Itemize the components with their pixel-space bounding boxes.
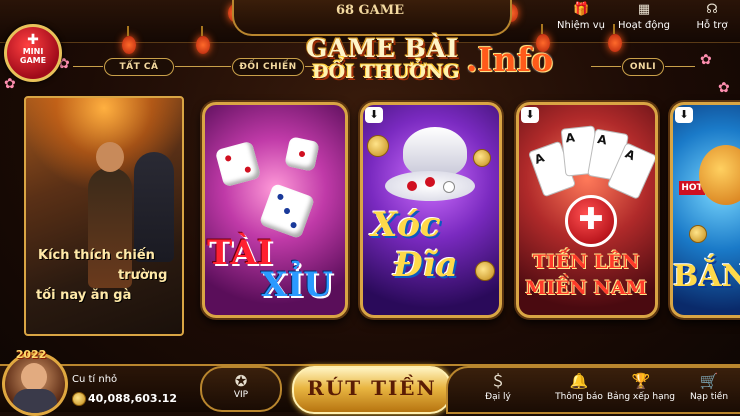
blossom-icon: ✿	[700, 52, 712, 68]
mission-label: Nhiệm vụ	[557, 20, 605, 31]
game-title-line2: Đĩa	[393, 245, 458, 285]
mini-game-label-bottom: GAME	[19, 56, 47, 65]
leaderboard-button[interactable]: 🏆 Bảng xếp hạng	[606, 372, 676, 402]
game-title-line1: BẮN	[673, 259, 740, 294]
calendar-icon: ▦	[637, 2, 651, 17]
token-icon	[407, 181, 417, 191]
promo-text-line2: trường	[118, 268, 168, 283]
token-icon	[443, 181, 455, 193]
dice-icon	[258, 182, 316, 240]
support-button[interactable]: ☊ Hỗ trợ	[690, 2, 734, 38]
game-title-line2: XỈU	[261, 265, 333, 305]
promo-text-line1: Kích thích chiến	[38, 248, 155, 263]
logo-suffix: .Info	[466, 40, 554, 79]
download-icon[interactable]: ⬇	[365, 107, 383, 123]
deposit-label: Nạp tiền	[689, 392, 729, 402]
plus-badge-icon: ✚	[565, 195, 617, 247]
game-card-ban-ca[interactable]: ⬇ HOT BẮN	[670, 102, 740, 318]
soldier-figure	[134, 152, 174, 262]
soldier-head	[96, 142, 124, 172]
lantern-decoration	[122, 26, 136, 54]
coin-icon	[72, 392, 86, 406]
blossom-icon: ✿	[718, 80, 730, 96]
logo-title: GAME BÀI	[306, 34, 459, 63]
year-badge: 2022	[15, 348, 47, 361]
lantern-decoration	[196, 26, 210, 54]
vip-label: VIP	[233, 390, 249, 400]
withdraw-label: RÚT TIỀN	[307, 376, 437, 400]
balance-value: 40,088,603.12	[88, 392, 178, 405]
filter-tab-battle[interactable]: ĐỐI CHIẾN	[201, 58, 335, 76]
joystick-icon: ✚	[27, 32, 39, 48]
game-card-tien-len[interactable]: ⬇ A A A A ✚ TIẾN LÊN MIỀN NAM	[516, 102, 658, 318]
dice-icon	[284, 136, 320, 172]
coin-icon	[367, 135, 389, 157]
agent-label: Đại lý	[485, 392, 511, 402]
mini-game-label-top: MINI	[22, 47, 44, 56]
leaderboard-label: Bảng xếp hạng	[606, 392, 676, 402]
blossom-icon: ✿	[4, 76, 16, 92]
deposit-button[interactable]: 🛒 Nạp tiền	[686, 372, 732, 402]
promo-text-line3: tối nay ăn gà	[36, 288, 132, 303]
cart-icon: 🛒	[699, 372, 719, 390]
avatar-body	[13, 389, 57, 413]
token-icon	[425, 177, 435, 187]
notifications-button[interactable]: 🔔 Thông báo	[554, 372, 604, 402]
trophy-icon: 🏆	[631, 372, 651, 390]
agent-button[interactable]: ＄ Đại lý	[478, 372, 518, 402]
coin-icon	[473, 149, 491, 167]
game-title-line1: Xóc	[371, 205, 441, 245]
bowl-icon	[403, 127, 467, 177]
gift-icon: 🎁	[573, 2, 590, 17]
game-title-line1: TIẾN LÊN	[532, 251, 640, 273]
star-icon: ✪	[234, 372, 248, 390]
download-icon[interactable]: ⬇	[521, 107, 539, 123]
dollar-coin-icon: ＄	[490, 372, 506, 390]
support-label: Hỗ trợ	[696, 20, 728, 31]
bell-icon: 🔔	[569, 372, 589, 390]
filter-tab-online[interactable]: ONLI	[591, 58, 695, 76]
avatar-face	[21, 363, 47, 391]
events-label: Hoạt động	[617, 20, 671, 31]
download-icon[interactable]: ⬇	[675, 107, 693, 123]
game-card-xoc-dia[interactable]: ⬇ Xóc Đĩa	[360, 102, 502, 318]
withdraw-button[interactable]: RÚT TIỀN	[292, 366, 452, 414]
notifications-label: Thông báo	[555, 392, 603, 402]
headset-icon: ☊	[706, 2, 718, 17]
game-card-tai-xiu[interactable]: TÀI XỈU	[202, 102, 348, 318]
promo-card[interactable]: Kích thích chiến trường tối nay ăn gà	[24, 96, 184, 336]
coin-icon	[689, 225, 707, 243]
watermark-text: 68 GAME	[335, 3, 405, 18]
mission-button[interactable]: 🎁 Nhiệm vụ	[554, 2, 608, 38]
username: Cu tí nhỏ	[72, 374, 118, 385]
logo-subtitle: ĐỔI THƯỞNG	[312, 61, 460, 83]
dice-icon	[214, 140, 262, 188]
filter-tab-all[interactable]: TẤT CẢ	[73, 58, 205, 76]
fish-icon	[699, 145, 740, 205]
game-title-line2: MIỀN NAM	[525, 277, 647, 299]
events-button[interactable]: ▦ Hoạt động	[614, 2, 674, 38]
mini-game-button[interactable]: ✚ MINI GAME	[4, 24, 62, 82]
vip-button[interactable]: ✪ VIP	[200, 366, 282, 412]
